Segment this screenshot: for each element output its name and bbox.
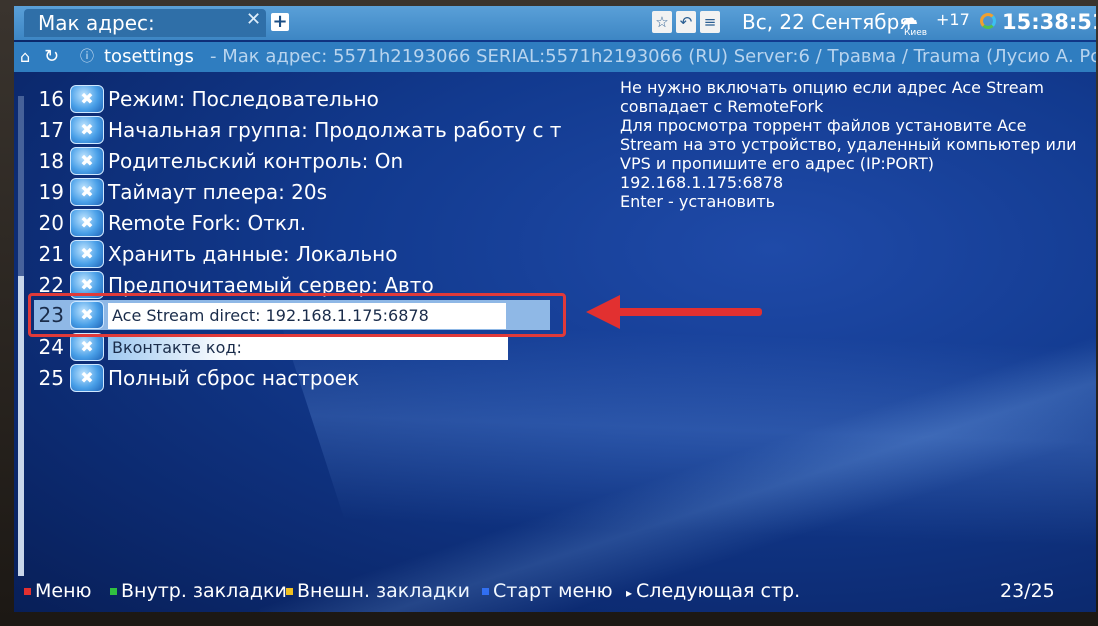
internal-bookmarks-button[interactable]: Внутр. закладки	[110, 576, 287, 606]
loading-icon	[980, 13, 996, 29]
url-rest: - Мак адрес: 5571h2193066 SERIAL:5571h21…	[210, 46, 1096, 67]
start-menu-button[interactable]: Старт меню	[482, 576, 613, 606]
wrench-icon: ✖	[70, 240, 104, 268]
help-line: 192.168.1.175:6878	[620, 173, 784, 192]
tab-close-icon[interactable]: ✕	[246, 9, 261, 30]
help-line: Не нужно включать опцию если адрес Ace S…	[620, 78, 1044, 97]
browser-top-bar: Мак адрес: ✕ + ☆ ↶ ≡ Вс, 22 Сентября ☁ К…	[14, 6, 1096, 40]
help-line: Enter - установить	[620, 192, 776, 211]
item-number: 20	[38, 211, 64, 235]
wrench-icon: ✖	[70, 178, 104, 206]
menu-icon[interactable]: ≡	[700, 11, 720, 33]
help-panel: Не нужно включать опцию если адрес Ace S…	[620, 78, 1090, 211]
item-label: Начальная группа: Продолжать работу с т	[108, 118, 562, 142]
item-label: Режим: Последовательно	[108, 87, 379, 111]
url-host: tosettings	[104, 46, 194, 67]
external-bookmarks-label: Внешн. закладки	[297, 580, 471, 602]
help-line: Stream на это устройство, удаленный комп…	[620, 135, 1077, 154]
red-arrow-shaft	[612, 308, 762, 316]
item-number: 21	[38, 242, 64, 266]
weather-city: Киев	[904, 28, 928, 38]
wrench-icon: ✖	[70, 333, 104, 361]
back-icon[interactable]: ↶	[676, 11, 696, 33]
page-indicator: 23/25	[1000, 580, 1055, 602]
next-page-label: Следующая стр.	[636, 580, 801, 602]
help-line: VPS и пропишите его адрес (IP:PORT)	[620, 154, 934, 173]
reload-icon[interactable]: ↻	[44, 42, 59, 72]
wrench-icon: ✖	[70, 85, 104, 113]
tv-screen: Мак адрес: ✕ + ☆ ↶ ≡ Вс, 22 Сентября ☁ К…	[14, 6, 1096, 612]
home-icon[interactable]: ⌂	[20, 42, 30, 72]
item-number: 16	[38, 87, 64, 111]
vk-code-input[interactable]: Вконтакте код:	[108, 336, 508, 360]
scrollbar-thumb[interactable]	[18, 276, 24, 576]
item-number: 18	[38, 149, 64, 173]
item-label: Полный сброс настроек	[108, 366, 360, 390]
temperature: +17	[936, 10, 970, 29]
tab-title: Мак адрес:	[38, 11, 155, 35]
external-bookmarks-button[interactable]: Внешн. закладки	[286, 576, 470, 606]
menu-label: Меню	[35, 580, 92, 602]
item-label: Remote Fork: Откл.	[108, 211, 307, 235]
date-label: Вс, 22 Сентября	[742, 10, 912, 34]
wrench-icon: ✖	[70, 147, 104, 175]
start-menu-label: Старт меню	[493, 580, 613, 602]
blue-dot-icon	[482, 588, 489, 595]
info-icon[interactable]: ⓘ	[80, 42, 94, 72]
item-label: Таймаут плеера: 20s	[108, 180, 328, 204]
item-number: 25	[38, 366, 64, 390]
play-icon: ▸	[626, 586, 633, 600]
item-label: Родительский контроль: On	[108, 149, 404, 173]
help-line: Для просмотра торрент файлов установите …	[620, 116, 1027, 135]
red-dot-icon	[24, 588, 31, 595]
wrench-icon: ✖	[70, 209, 104, 237]
address-bar[interactable]: ⌂ ↻ ⓘ tosettings - Мак адрес: 5571h21930…	[14, 42, 1096, 72]
item-number: 19	[38, 180, 64, 204]
footer-bar: Меню Внутр. закладки Внешн. закладки Ста…	[14, 576, 1096, 606]
wrench-icon: ✖	[70, 116, 104, 144]
help-line: совпадает с RemoteFork	[620, 97, 824, 116]
item-label: Хранить данные: Локально	[108, 242, 398, 266]
item-number: 17	[38, 118, 64, 142]
wrench-icon: ✖	[70, 364, 104, 392]
clock: 15:38:51	[1002, 10, 1096, 34]
internal-bookmarks-label: Внутр. закладки	[121, 580, 287, 602]
browser-tab[interactable]: Мак адрес:	[24, 9, 266, 37]
selection-outline	[28, 293, 566, 337]
star-icon[interactable]: ☆	[652, 11, 672, 33]
next-page-button[interactable]: ▸ Следующая стр.	[626, 576, 800, 608]
green-dot-icon	[110, 588, 117, 595]
yellow-dot-icon	[286, 588, 293, 595]
new-tab-button[interactable]: +	[271, 13, 289, 31]
menu-button[interactable]: Меню	[24, 576, 92, 606]
